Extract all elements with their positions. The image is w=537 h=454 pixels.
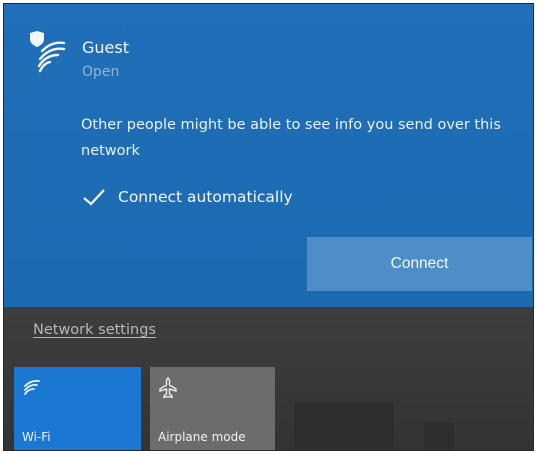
network-card-guest[interactable]: Guest Open Other people might be able to… [4,4,533,307]
network-status: Open [82,64,120,80]
airplane-mode-tile[interactable]: Airplane mode [150,367,275,450]
background-shade [424,422,454,450]
network-settings-link[interactable]: Network settings [33,322,156,338]
connect-button[interactable]: Connect [307,237,532,291]
wifi-secured-icon [30,31,66,73]
network-name: Guest [82,38,129,57]
wifi-tile[interactable]: Wi-Fi [14,367,141,450]
wifi-tile-label: Wi-Fi [22,430,51,444]
background-shade [294,402,394,450]
action-center-footer: Network settings Wi-Fi Airplane mode [4,307,533,450]
connect-automatically-checkbox[interactable]: Connect automatically [82,182,293,212]
wifi-icon [24,379,40,395]
airplane-mode-tile-label: Airplane mode [158,430,246,444]
security-warning: Other people might be able to see info y… [81,117,501,159]
checkmark-icon [83,189,105,206]
network-flyout: Guest Open Other people might be able to… [3,3,534,451]
connect-automatically-label: Connect automatically [118,188,293,206]
airplane-icon [159,377,177,399]
